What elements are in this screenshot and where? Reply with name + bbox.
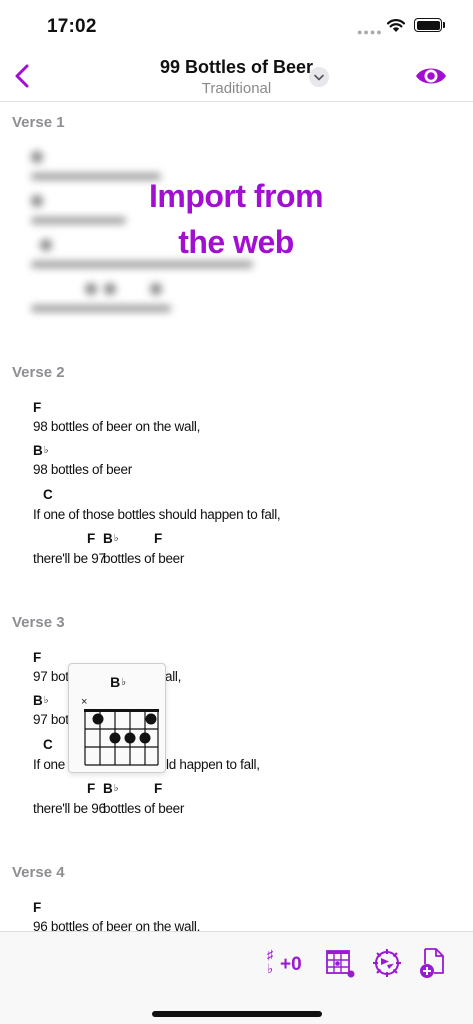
chord[interactable]: C	[43, 487, 53, 502]
lyric-line: bottles of beer	[103, 551, 185, 566]
lyric-line: If one of those bottles should happen to…	[33, 507, 281, 522]
lyric-line: 97 bott	[33, 712, 73, 727]
lyric-line: there'll be 96	[33, 801, 106, 816]
signal-dots-icon: ●●●●	[357, 27, 383, 37]
bottom-toolbar: ♯ ♭ +0	[0, 931, 473, 1024]
overlay-line-2: the web	[178, 224, 294, 260]
song-title[interactable]: 99 Bottles of Beer	[0, 57, 473, 78]
chord[interactable]: F	[33, 650, 41, 665]
new-document-icon[interactable]	[416, 946, 450, 980]
song-content[interactable]: Verse 1 Import from the web Verse 2 F 98…	[0, 103, 473, 931]
chord[interactable]: F	[154, 781, 162, 796]
title-chevron-down-icon[interactable]	[309, 67, 329, 87]
chord[interactable]: B♭	[103, 531, 118, 546]
song-artist: Traditional	[201, 80, 272, 97]
lyric-line: ld happen to fall,	[166, 757, 260, 772]
chord-diagram-grid: ×	[81, 696, 159, 766]
lyric-line: bottles of beer	[103, 801, 185, 816]
eye-icon[interactable]	[414, 63, 448, 89]
verse-2-label: Verse 2	[12, 364, 65, 381]
chord[interactable]: C	[43, 737, 53, 752]
flat-icon: ♭	[267, 961, 274, 976]
chord[interactable]: B♭	[33, 443, 48, 458]
lyric-line: 98 bottles of beer on the wall,	[33, 419, 201, 434]
nav-bar: 99 Bottles of Beer Traditional	[0, 50, 473, 102]
chord-grid-icon[interactable]	[322, 946, 356, 980]
chord[interactable]: F	[33, 900, 41, 915]
verse-1-label: Verse 1	[12, 114, 65, 131]
lyric-line: 97 bott	[33, 669, 73, 684]
chord[interactable]: B♭	[33, 693, 48, 708]
verse-3-label: Verse 3	[12, 614, 65, 631]
chord-diagram-popup[interactable]: B♭ ×	[68, 663, 166, 773]
transpose-value: +0	[280, 954, 302, 975]
lyric-line: there'll be 97	[33, 551, 106, 566]
muted-string-mark: ×	[81, 696, 87, 708]
status-time: 17:02	[47, 16, 97, 37]
settings-gear-icon[interactable]	[370, 946, 404, 980]
chord[interactable]: F	[87, 781, 95, 796]
lyric-line: all,	[165, 669, 182, 684]
status-bar: 17:02 ●●●●	[0, 0, 473, 50]
wifi-icon	[386, 19, 406, 32]
chord[interactable]: F	[87, 531, 95, 546]
verse-4-label: Verse 4	[12, 864, 65, 881]
import-from-web-overlay: Import from the web	[120, 173, 352, 265]
battery-tip	[443, 22, 445, 28]
sharp-icon: ♯	[267, 947, 274, 962]
chord[interactable]: B♭	[103, 781, 118, 796]
chord-diagram-name: B♭	[110, 674, 126, 690]
lyric-line: 98 bottles of beer	[33, 462, 132, 477]
overlay-line-1: Import from	[148, 178, 324, 214]
home-indicator[interactable]	[152, 1011, 322, 1017]
chord[interactable]: F	[154, 531, 162, 546]
battery-icon	[414, 18, 442, 32]
chord[interactable]: F	[33, 400, 41, 415]
lyric-line: 96 bottles of beer on the wall.	[33, 919, 201, 931]
